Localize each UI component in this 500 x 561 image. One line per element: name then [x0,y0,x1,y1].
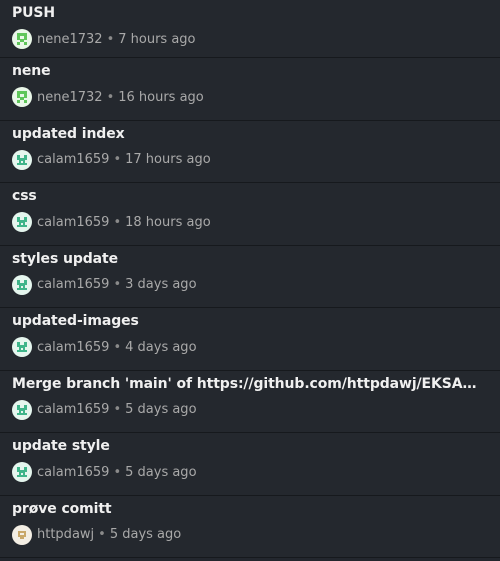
teal-identicon-avatar [12,462,32,482]
commit-item[interactable]: updated index calam1659 • 17 hours ago [0,120,500,183]
commit-meta: calam1659 • 17 hours ago [12,149,488,170]
commit-item[interactable]: nene nene1732 • 16 hours ago [0,58,500,121]
commit-author[interactable]: calam1659 [37,465,109,480]
green-identicon-avatar [12,29,32,49]
commit-time: 17 hours ago [125,152,211,167]
commit-time: 16 hours ago [118,89,204,105]
green-identicon-avatar [12,87,32,107]
meta-separator: • [113,152,122,167]
commit-title: update style [12,438,110,454]
commit-title: updated index [12,125,125,142]
teal-identicon-avatar [12,337,32,357]
commit-time: 3 days ago [125,277,197,292]
commit-list: PUSH nene1732 • 7 hours ago nene nene173… [0,0,500,561]
commit-author[interactable]: calam1659 [37,402,109,417]
teal-identicon-avatar [12,212,32,232]
commit-title: css [12,188,37,204]
commit-time: 7 hours ago [118,31,196,47]
commit-meta: calam1659 • 3 days ago [12,274,488,295]
commit-author[interactable]: calam1659 [37,215,109,230]
beige-identicon-avatar [12,524,32,545]
commit-item[interactable]: css calam1659 • 18 hours ago [0,183,500,246]
commit-meta: calam1659 • 5 days ago [12,399,488,420]
commit-title: prøve comitt [12,500,112,517]
commit-author[interactable]: nene1732 [37,32,103,47]
commit-item[interactable]: prøve comitt httpdawj • 5 days ago [0,495,500,558]
commit-meta: calam1659 • 5 days ago [12,462,488,482]
commit-meta: httpdawj • 5 days ago [12,524,488,545]
commit-title: PUSH [12,5,56,21]
commit-item[interactable]: Merge branch 'main' of https://github.co… [0,370,500,433]
commit-item[interactable]: styles update calam1659 • 3 days ago [0,245,500,308]
commit-meta: nene1732 • 16 hours ago [12,87,488,107]
commit-meta: calam1659 • 18 hours ago [12,212,488,232]
meta-separator: • [98,527,106,542]
commit-time: 18 hours ago [125,214,211,230]
teal-identicon-avatar [12,399,32,420]
commit-author[interactable]: calam1659 [37,340,109,355]
commit-title: updated-images [12,313,139,329]
meta-separator: • [106,89,115,105]
teal-identicon-avatar [12,274,32,295]
meta-separator: • [113,277,122,292]
commit-title: nene [12,63,51,79]
commit-meta: calam1659 • 4 days ago [12,337,488,357]
commit-item[interactable]: update style calam1659 • 5 days ago [0,433,500,496]
commit-time: 4 days ago [125,339,197,355]
commit-author[interactable]: httpdawj [37,527,94,542]
commit-author[interactable]: nene1732 [37,90,103,105]
commit-time: 5 days ago [109,527,182,542]
meta-separator: • [113,402,122,417]
meta-separator: • [113,339,122,355]
commit-item[interactable]: updated-images calam1659 • 4 days ago [0,308,500,371]
teal-identicon-avatar [12,149,32,170]
commit-title: Merge branch 'main' of https://github.co… [12,375,480,392]
commit-time: 5 days ago [125,464,197,480]
commit-meta: nene1732 • 7 hours ago [12,29,488,49]
commit-author[interactable]: calam1659 [37,152,109,167]
commit-item[interactable]: PUSH nene1732 • 7 hours ago [0,0,500,58]
meta-separator: • [113,464,122,480]
commit-author[interactable]: calam1659 [37,277,109,292]
meta-separator: • [113,214,122,230]
commit-time: 5 days ago [125,402,197,417]
meta-separator: • [106,31,115,47]
commit-title: styles update [12,250,118,267]
